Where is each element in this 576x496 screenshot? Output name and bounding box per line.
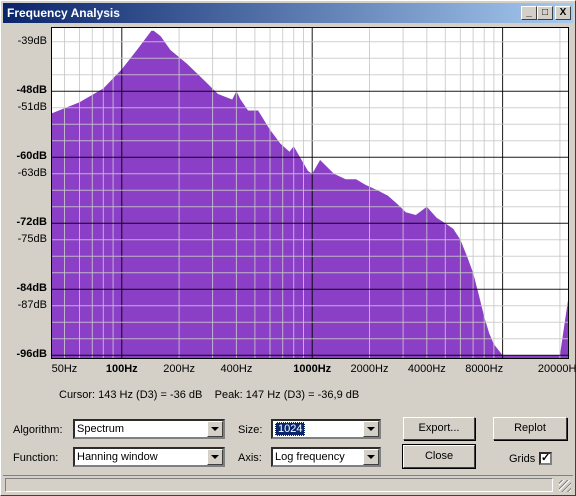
x-tick-label: 20000Hz [537, 363, 576, 375]
window-title: Frequency Analysis [7, 6, 120, 20]
size-select[interactable]: 1024 [271, 419, 381, 439]
chevron-down-icon[interactable] [207, 449, 223, 465]
size-label: Size: [238, 424, 263, 436]
size-value: 1024 [275, 422, 306, 436]
y-tick-label: -39dB [17, 34, 47, 47]
y-tick-label: -63dB [17, 166, 47, 179]
spectrum-area [52, 30, 568, 359]
frequency-analysis-window: Frequency Analysis _ □ X -39dB -48dB -51dB… [0, 0, 576, 496]
grids-checkbox[interactable]: ✓ [539, 452, 552, 465]
close-window-button[interactable]: X [555, 6, 571, 20]
x-tick-label: 2000Hz [350, 363, 389, 375]
close-button[interactable]: Close [402, 444, 476, 469]
title-bar[interactable]: Frequency Analysis _ □ X [3, 3, 573, 23]
y-tick-label: -72dB [16, 216, 47, 229]
algorithm-value: Spectrum [77, 423, 125, 435]
replot-button[interactable]: Replot [493, 417, 567, 440]
axis-select[interactable]: Log frequency [271, 447, 381, 467]
chevron-down-icon[interactable] [363, 421, 379, 437]
status-panel [5, 478, 553, 492]
y-tick-label: -75dB [17, 232, 47, 245]
minimize-button[interactable]: _ [521, 6, 537, 20]
x-tick-label: 1000Hz [293, 363, 332, 375]
cursor-text: Cursor: 143 Hz (D3) = -36 dB [59, 389, 203, 401]
resize-grip-icon[interactable] [559, 480, 571, 492]
function-label: Function: [13, 452, 59, 464]
algorithm-select[interactable]: Spectrum [73, 419, 225, 439]
x-tick-label: 400Hz [220, 363, 253, 375]
y-tick-label: -51dB [17, 100, 47, 113]
x-tick-label: 50Hz [51, 363, 78, 375]
algorithm-label: Algorithm: [13, 424, 63, 436]
function-select[interactable]: Hanning window [73, 447, 225, 467]
function-value: Hanning window [77, 451, 158, 463]
peak-text: Peak: 147 Hz (D3) = -36,9 dB [214, 389, 360, 401]
y-tick-label: -84dB [16, 282, 47, 295]
status-bar [3, 475, 573, 494]
cursor-readout: Cursor: 143 Hz (D3) = -36 dB Peak: 147 H… [59, 389, 359, 401]
x-tick-label: 8000Hz [465, 363, 504, 375]
x-tick-label: 100Hz [105, 363, 138, 375]
axis-value: Log frequency [275, 451, 345, 463]
chevron-down-icon[interactable] [207, 421, 223, 437]
y-tick-label: -48dB [16, 84, 47, 97]
spectrum-plot[interactable] [51, 24, 569, 359]
chevron-down-icon[interactable] [363, 449, 379, 465]
grids-label: Grids [509, 453, 536, 465]
export-button[interactable]: Export... [403, 417, 475, 440]
x-tick-label: 4000Hz [407, 363, 446, 375]
y-tick-label: -87dB [17, 298, 47, 311]
axis-label: Axis: [238, 452, 262, 464]
x-tick-label: 200Hz [163, 363, 196, 375]
y-tick-label: -60dB [16, 150, 47, 163]
y-tick-label: -96dB [16, 348, 47, 361]
spectrum-chart[interactable] [52, 24, 568, 359]
maximize-button[interactable]: □ [537, 6, 553, 20]
